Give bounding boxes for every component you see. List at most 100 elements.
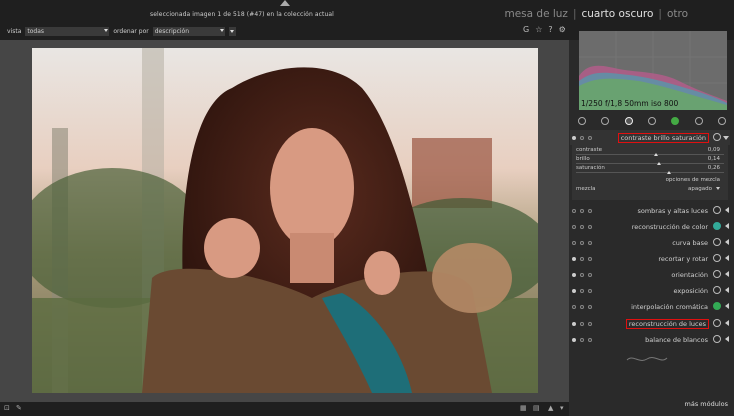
- chevron-left-icon[interactable]: [725, 255, 729, 261]
- module-orientation[interactable]: orientación: [570, 267, 730, 282]
- module-multi-instance[interactable]: [580, 321, 584, 326]
- module-multi-instance[interactable]: [580, 240, 584, 245]
- blend-label: mezcla: [576, 186, 596, 192]
- module-demosaic[interactable]: interpolación cromática: [570, 299, 730, 314]
- chevron-down-icon: [219, 28, 224, 32]
- divider-ornament-icon: [626, 357, 668, 361]
- chevron-down-icon[interactable]: [723, 136, 729, 140]
- help-icon[interactable]: ?: [548, 25, 552, 34]
- slider-label: contraste: [576, 147, 603, 153]
- module-icon: [713, 238, 721, 246]
- chevron-left-icon[interactable]: [725, 207, 729, 213]
- star-icon[interactable]: [601, 117, 610, 125]
- module-base-curve[interactable]: curva base: [570, 235, 730, 250]
- aperture-icon[interactable]: [717, 117, 726, 125]
- module-enable-toggle[interactable]: [572, 224, 576, 229]
- chevron-left-icon[interactable]: [725, 336, 729, 342]
- module-multi-instance[interactable]: [580, 224, 584, 229]
- sort-label: ordenar por: [113, 27, 149, 35]
- module-multi-instance[interactable]: [580, 135, 584, 140]
- module-multi-instance[interactable]: [580, 208, 584, 213]
- module-enable-toggle[interactable]: [572, 337, 576, 342]
- drop-icon[interactable]: [694, 117, 703, 125]
- chevron-left-icon[interactable]: [725, 271, 729, 277]
- chevron-left-icon[interactable]: [725, 320, 729, 326]
- color-picker-icon[interactable]: ▦: [520, 404, 527, 412]
- half-circle-icon[interactable]: [647, 117, 656, 125]
- module-reset[interactable]: [588, 240, 592, 245]
- module-multi-instance[interactable]: [580, 337, 584, 342]
- module-reset[interactable]: [588, 208, 592, 213]
- main-photo[interactable]: [32, 48, 538, 393]
- module-enable-toggle[interactable]: [572, 135, 576, 140]
- module-icon: [713, 335, 721, 343]
- chevron-left-icon[interactable]: [725, 239, 729, 245]
- slider-contrast[interactable]: contraste 0,09: [576, 147, 724, 156]
- module-multi-instance[interactable]: [580, 256, 584, 261]
- module-enable-toggle[interactable]: [572, 288, 576, 293]
- blend-value: apagado: [688, 186, 712, 192]
- module-crop-rotate[interactable]: recortar y rotar: [570, 251, 730, 266]
- more-modules-button[interactable]: más módulos: [685, 400, 729, 408]
- filter-bar: vista todas ordenar por descripción: [7, 25, 236, 37]
- chevron-left-icon[interactable]: [725, 287, 729, 293]
- module-multi-instance[interactable]: [580, 288, 584, 293]
- module-controls: [572, 304, 592, 309]
- module-reset[interactable]: [588, 256, 592, 261]
- snapshot-icon[interactable]: ⊡: [4, 404, 10, 412]
- module-icon: [713, 133, 721, 141]
- chevron-down-icon: [716, 187, 720, 190]
- module-reset[interactable]: [588, 135, 592, 140]
- module-reset[interactable]: [588, 304, 592, 309]
- chevron-left-icon[interactable]: [725, 303, 729, 309]
- module-color-reconstruction[interactable]: reconstrucción de color: [570, 219, 730, 234]
- module-enable-toggle[interactable]: [572, 304, 576, 309]
- module-name: exposición: [673, 286, 708, 295]
- circle-icon[interactable]: [624, 117, 633, 125]
- photo-image: [32, 48, 538, 393]
- gear-icon[interactable]: ⚙: [559, 25, 566, 34]
- module-multi-instance[interactable]: [580, 304, 584, 309]
- module-shadows-highlights[interactable]: sombras y altas luces: [570, 203, 730, 218]
- module-highlight-reconstruction[interactable]: reconstrucción de luces: [570, 316, 730, 331]
- module-reset[interactable]: [588, 224, 592, 229]
- module-white-balance[interactable]: balance de blancos: [570, 332, 730, 347]
- view-lighttable[interactable]: mesa de luz: [504, 8, 567, 20]
- histogram[interactable]: 1/250 f/1,8 50mm iso 800: [579, 31, 727, 110]
- module-enable-toggle[interactable]: [572, 272, 576, 277]
- star-icon[interactable]: ☆: [535, 25, 542, 34]
- module-enable-toggle[interactable]: [572, 240, 576, 245]
- bottom-bar: ⊡ ✎ ▦ ▤ ▲ ▾: [0, 402, 569, 416]
- sort-select[interactable]: descripción: [152, 26, 225, 36]
- module-enable-toggle[interactable]: [572, 208, 576, 213]
- module-icon: [713, 222, 721, 230]
- module-reset[interactable]: [588, 337, 592, 342]
- module-enable-toggle[interactable]: [572, 256, 576, 261]
- power-icon[interactable]: [578, 117, 586, 125]
- slider-knob[interactable]: [667, 171, 671, 174]
- chevron-down-icon: [229, 29, 234, 33]
- module-enable-toggle[interactable]: [572, 321, 576, 326]
- module-name: balance de blancos: [645, 335, 708, 344]
- bottom-panel-toggle-icon[interactable]: ▾: [560, 404, 564, 412]
- slider-brightness[interactable]: brillo 0,14: [576, 156, 724, 165]
- module-multi-instance[interactable]: [580, 272, 584, 277]
- color-icon[interactable]: [671, 117, 680, 125]
- darktable-window: seleccionada imagen 1 de 518 (#47) en la…: [0, 0, 734, 416]
- view-filter-select[interactable]: todas: [25, 26, 110, 36]
- module-reset[interactable]: [588, 321, 592, 326]
- module-exposure[interactable]: exposición: [570, 283, 730, 298]
- warning-icon[interactable]: ▲: [548, 404, 553, 412]
- top-panel-toggle-icon[interactable]: [280, 0, 290, 6]
- sort-direction-button[interactable]: [228, 26, 236, 36]
- softproof-icon[interactable]: ▤: [533, 404, 540, 412]
- view-other[interactable]: otro: [667, 8, 688, 20]
- chevron-left-icon[interactable]: [725, 223, 729, 229]
- view-darkroom[interactable]: cuarto oscuro: [582, 8, 654, 20]
- blend-options-label: opciones de mezcla: [665, 177, 720, 183]
- slider-saturation[interactable]: saturación 0,26: [576, 165, 724, 174]
- module-reset[interactable]: [588, 272, 592, 277]
- grouping-icon[interactable]: G: [523, 25, 529, 34]
- edit-icon[interactable]: ✎: [16, 404, 22, 412]
- module-reset[interactable]: [588, 288, 592, 293]
